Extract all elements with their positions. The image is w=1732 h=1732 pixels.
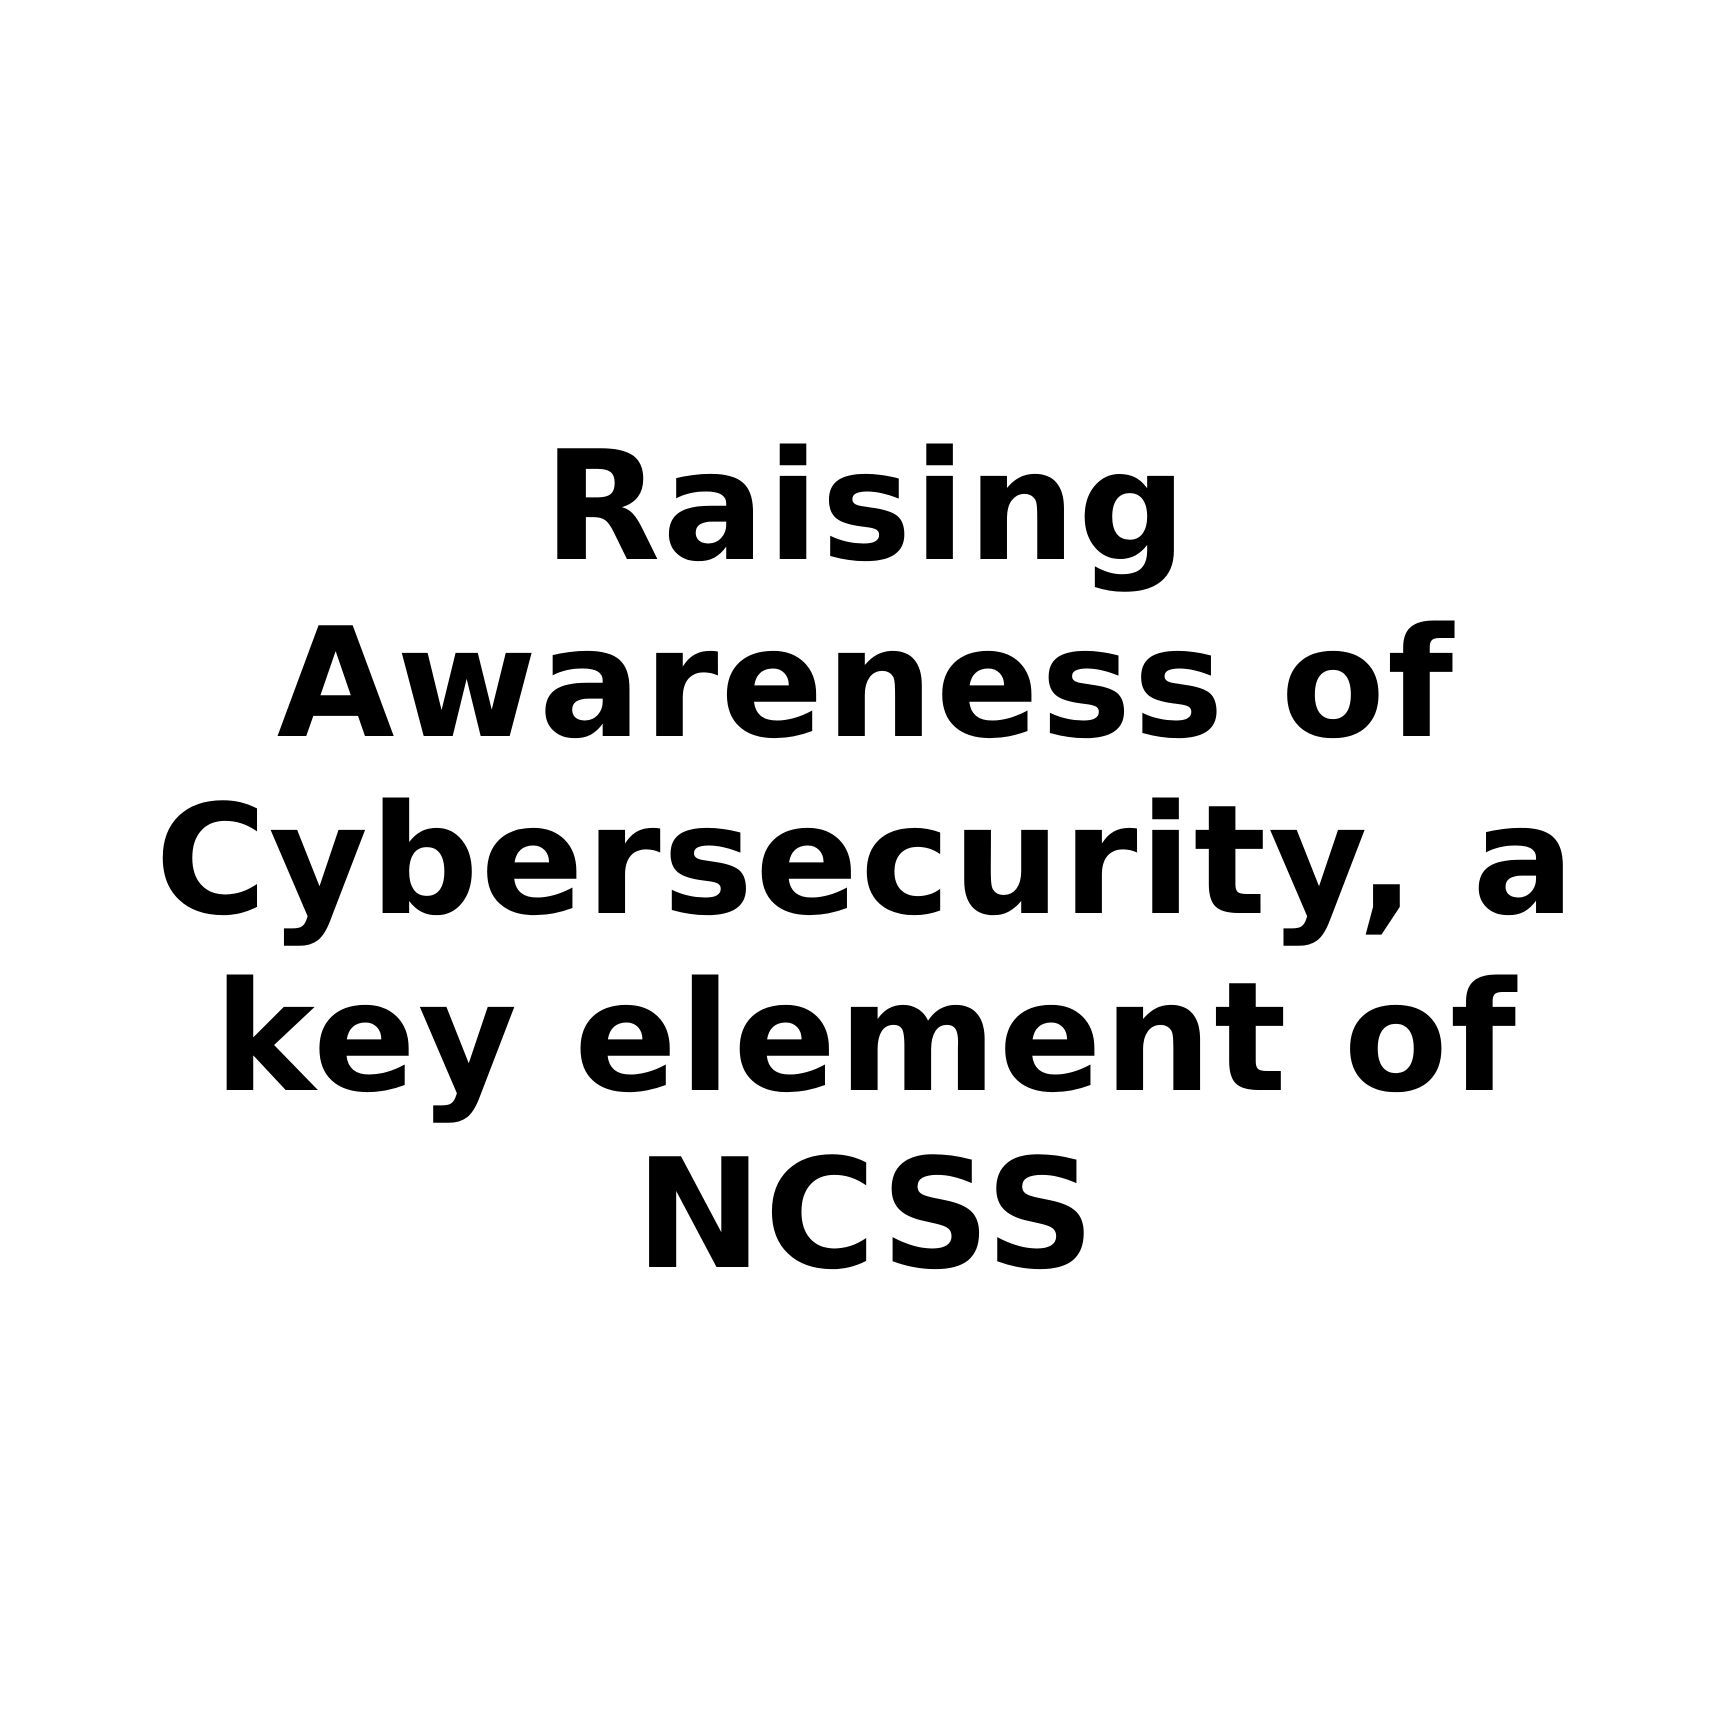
page-canvas: Raising Awareness of Cybersecurity, a ke…	[0, 0, 1732, 1732]
headline-line-2: Awareness of	[276, 595, 1456, 772]
headline-line-3: Cybersecurity, a	[155, 772, 1577, 949]
headline-line-5: NCSS	[635, 1126, 1097, 1303]
headline-line-1: Raising	[543, 418, 1189, 595]
headline: Raising Awareness of Cybersecurity, a ke…	[0, 418, 1732, 1303]
headline-line-4: key element of	[213, 949, 1519, 1126]
